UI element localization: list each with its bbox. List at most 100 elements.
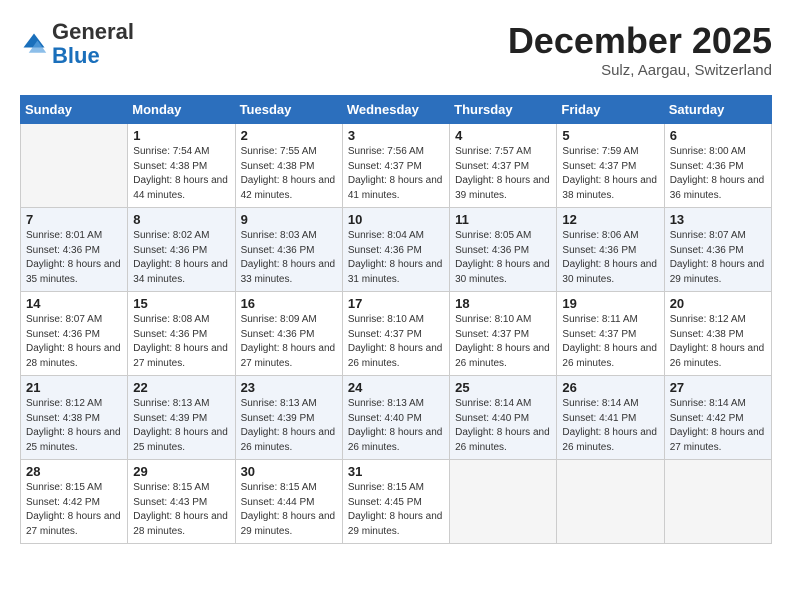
day-number: 15 — [133, 296, 229, 311]
day-number: 21 — [26, 380, 122, 395]
calendar-day-cell: 27Sunrise: 8:14 AMSunset: 4:42 PMDayligh… — [664, 376, 771, 460]
day-number: 25 — [455, 380, 551, 395]
day-number: 2 — [241, 128, 337, 143]
calendar-day-cell: 26 Sunrise: 8:14 AMSunset: 4:41 PMDayligh… — [557, 376, 664, 460]
day-number: 20 — [670, 296, 766, 311]
calendar-day-cell — [21, 124, 128, 208]
calendar-day-cell: 5 Sunrise: 7:59 AMSunset: 4:37 PMDaylight… — [557, 124, 664, 208]
day-info: Sunrise: 8:01 AMSunset: 4:36 PMDaylight:… — [26, 229, 122, 287]
day-number: 1 — [133, 128, 229, 143]
month-title: December 2025 — [508, 20, 772, 62]
weekday-header: Monday — [128, 96, 235, 124]
day-number: 17 — [348, 296, 444, 311]
calendar-day-cell: 25Sunrise: 8:14 AMSunset: 4:40 PMDayligh… — [450, 376, 557, 460]
logo-general-text: General — [52, 19, 134, 44]
day-number: 31 — [348, 464, 444, 479]
day-number: 14 — [26, 296, 122, 311]
day-info: Sunrise: 8:10 AMSunset: 4:37 PMDaylight:… — [348, 313, 444, 371]
calendar-day-cell: 9 Sunrise: 8:03 AMSunset: 4:36 PMDaylight… — [235, 208, 342, 292]
day-info: Sunrise: 7:55 AMSunset: 4:38 PMDaylight:… — [241, 145, 337, 203]
day-info: Sunrise: 8:06 AMSunset: 4:36 PMDaylight:… — [562, 229, 658, 287]
page-header: General Blue December 2025 Sulz, Aargau,… — [20, 20, 772, 79]
day-number: 12 — [562, 212, 658, 227]
day-info: Sunrise: 8:14 AMSunset: 4:41 PMDaylight:… — [562, 397, 658, 455]
calendar-day-cell: 7Sunrise: 8:01 AMSunset: 4:36 PMDaylight… — [21, 208, 128, 292]
day-info: Sunrise: 7:59 AMSunset: 4:37 PMDaylight:… — [562, 145, 658, 203]
day-number: 3 — [348, 128, 444, 143]
calendar-day-cell: 24Sunrise: 8:13 AMSunset: 4:40 PMDayligh… — [342, 376, 449, 460]
day-info: Sunrise: 8:12 AMSunset: 4:38 PMDaylight:… — [26, 397, 122, 455]
calendar-day-cell: 1 Sunrise: 7:54 AMSunset: 4:38 PMDaylight… — [128, 124, 235, 208]
calendar-day-cell: 10 Sunrise: 8:04 AMSunset: 4:36 PMDayligh… — [342, 208, 449, 292]
day-info: Sunrise: 8:00 AMSunset: 4:36 PMDaylight:… — [670, 145, 766, 203]
calendar-day-cell — [450, 460, 557, 544]
day-number: 22 — [133, 380, 229, 395]
location: Sulz, Aargau, Switzerland — [508, 62, 772, 79]
calendar-day-cell: 16Sunrise: 8:09 AMSunset: 4:36 PMDayligh… — [235, 292, 342, 376]
day-info: Sunrise: 7:56 AMSunset: 4:37 PMDaylight:… — [348, 145, 444, 203]
logo: General Blue — [20, 20, 134, 68]
title-block: December 2025 Sulz, Aargau, Switzerland — [508, 20, 772, 79]
day-info: Sunrise: 8:15 AMSunset: 4:43 PMDaylight:… — [133, 481, 229, 539]
day-info: Sunrise: 8:02 AMSunset: 4:36 PMDaylight:… — [133, 229, 229, 287]
day-info: Sunrise: 8:13 AMSunset: 4:40 PMDaylight:… — [348, 397, 444, 455]
calendar-day-cell: 12 Sunrise: 8:06 AMSunset: 4:36 PMDayligh… — [557, 208, 664, 292]
calendar-day-cell: 22 Sunrise: 8:13 AMSunset: 4:39 PMDayligh… — [128, 376, 235, 460]
day-info: Sunrise: 8:12 AMSunset: 4:38 PMDaylight:… — [670, 313, 766, 371]
calendar-day-cell: 3 Sunrise: 7:56 AMSunset: 4:37 PMDaylight… — [342, 124, 449, 208]
calendar-day-cell: 29 Sunrise: 8:15 AMSunset: 4:43 PMDayligh… — [128, 460, 235, 544]
day-number: 13 — [670, 212, 766, 227]
weekday-header: Thursday — [450, 96, 557, 124]
calendar-day-cell: 6 Sunrise: 8:00 AMSunset: 4:36 PMDaylight… — [664, 124, 771, 208]
day-info: Sunrise: 8:03 AMSunset: 4:36 PMDaylight:… — [241, 229, 337, 287]
day-info: Sunrise: 8:07 AMSunset: 4:36 PMDaylight:… — [26, 313, 122, 371]
day-info: Sunrise: 8:11 AMSunset: 4:37 PMDaylight:… — [562, 313, 658, 371]
calendar-day-cell: 23Sunrise: 8:13 AMSunset: 4:39 PMDayligh… — [235, 376, 342, 460]
calendar-week-row: 14 Sunrise: 8:07 AMSunset: 4:36 PMDayligh… — [21, 292, 772, 376]
day-number: 29 — [133, 464, 229, 479]
weekday-header-row: SundayMondayTuesdayWednesdayThursdayFrid… — [21, 96, 772, 124]
day-info: Sunrise: 8:10 AMSunset: 4:37 PMDaylight:… — [455, 313, 551, 371]
calendar-week-row: 28 Sunrise: 8:15 AMSunset: 4:42 PMDayligh… — [21, 460, 772, 544]
day-number: 5 — [562, 128, 658, 143]
day-info: Sunrise: 7:54 AMSunset: 4:38 PMDaylight:… — [133, 145, 229, 203]
day-number: 9 — [241, 212, 337, 227]
day-info: Sunrise: 8:09 AMSunset: 4:36 PMDaylight:… — [241, 313, 337, 371]
weekday-header: Wednesday — [342, 96, 449, 124]
calendar-table: SundayMondayTuesdayWednesdayThursdayFrid… — [20, 95, 772, 544]
day-info: Sunrise: 8:13 AMSunset: 4:39 PMDaylight:… — [133, 397, 229, 455]
day-info: Sunrise: 8:14 AMSunset: 4:42 PMDaylight:… — [670, 397, 766, 455]
weekday-header: Sunday — [21, 96, 128, 124]
day-info: Sunrise: 8:05 AMSunset: 4:36 PMDaylight:… — [455, 229, 551, 287]
calendar-day-cell: 31Sunrise: 8:15 AMSunset: 4:45 PMDayligh… — [342, 460, 449, 544]
calendar-day-cell: 20 Sunrise: 8:12 AMSunset: 4:38 PMDayligh… — [664, 292, 771, 376]
weekday-header: Tuesday — [235, 96, 342, 124]
day-info: Sunrise: 8:07 AMSunset: 4:36 PMDaylight:… — [670, 229, 766, 287]
calendar-day-cell — [664, 460, 771, 544]
calendar-day-cell: 4Sunrise: 7:57 AMSunset: 4:37 PMDaylight… — [450, 124, 557, 208]
calendar-day-cell — [557, 460, 664, 544]
calendar-day-cell: 17 Sunrise: 8:10 AMSunset: 4:37 PMDayligh… — [342, 292, 449, 376]
logo-blue-text: Blue — [52, 43, 100, 68]
day-info: Sunrise: 8:13 AMSunset: 4:39 PMDaylight:… — [241, 397, 337, 455]
calendar-day-cell: 11 Sunrise: 8:05 AMSunset: 4:36 PMDayligh… — [450, 208, 557, 292]
calendar-day-cell: 13 Sunrise: 8:07 AMSunset: 4:36 PMDayligh… — [664, 208, 771, 292]
day-number: 30 — [241, 464, 337, 479]
day-number: 10 — [348, 212, 444, 227]
logo-icon — [20, 30, 48, 58]
day-number: 18 — [455, 296, 551, 311]
calendar-day-cell: 8Sunrise: 8:02 AMSunset: 4:36 PMDaylight… — [128, 208, 235, 292]
day-info: Sunrise: 8:15 AMSunset: 4:42 PMDaylight:… — [26, 481, 122, 539]
day-info: Sunrise: 7:57 AMSunset: 4:37 PMDaylight:… — [455, 145, 551, 203]
day-info: Sunrise: 8:04 AMSunset: 4:36 PMDaylight:… — [348, 229, 444, 287]
calendar-day-cell: 19 Sunrise: 8:11 AMSunset: 4:37 PMDayligh… — [557, 292, 664, 376]
day-info: Sunrise: 8:15 AMSunset: 4:44 PMDaylight:… — [241, 481, 337, 539]
day-number: 6 — [670, 128, 766, 143]
day-number: 26 — [562, 380, 658, 395]
calendar-day-cell: 2 Sunrise: 7:55 AMSunset: 4:38 PMDaylight… — [235, 124, 342, 208]
day-number: 19 — [562, 296, 658, 311]
day-number: 28 — [26, 464, 122, 479]
day-number: 11 — [455, 212, 551, 227]
calendar-day-cell: 30 Sunrise: 8:15 AMSunset: 4:44 PMDayligh… — [235, 460, 342, 544]
calendar-week-row: 7Sunrise: 8:01 AMSunset: 4:36 PMDaylight… — [21, 208, 772, 292]
